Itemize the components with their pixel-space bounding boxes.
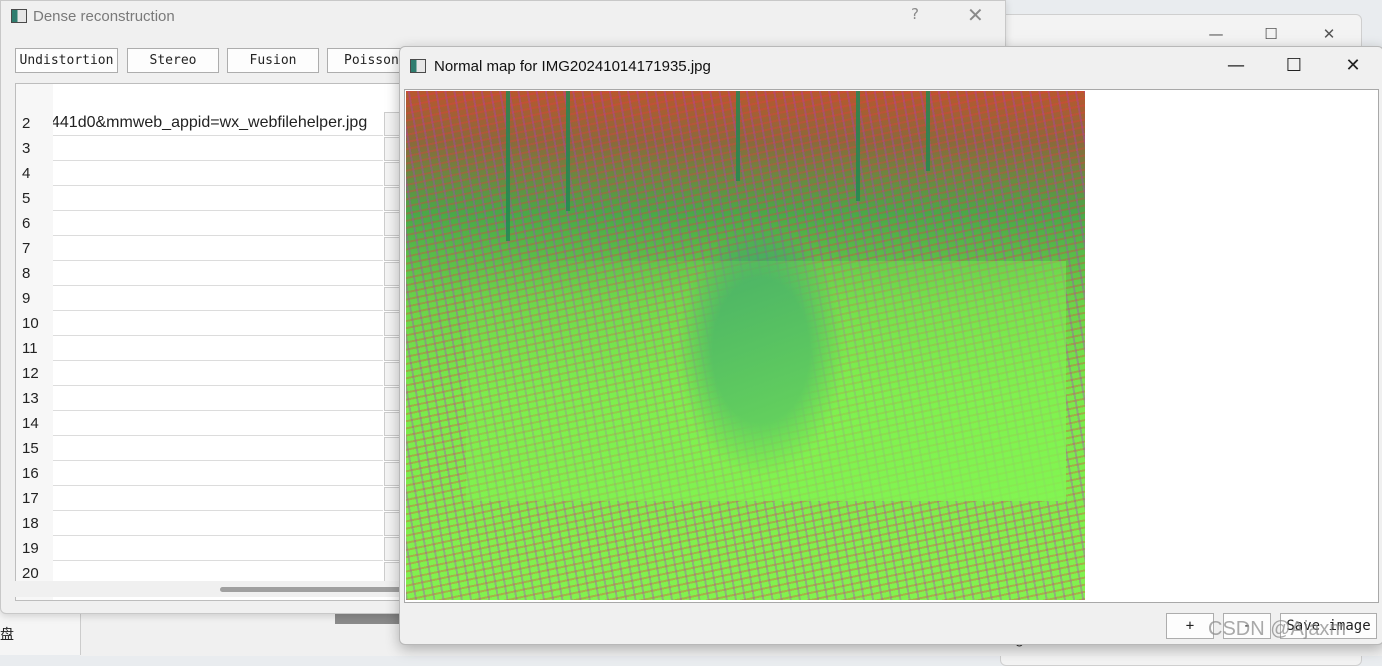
row-number: 13	[22, 390, 39, 407]
poisson-button[interactable]: Poisson	[327, 48, 401, 73]
image-table[interactable]: 2 441d0&mmweb_appid=wx_webfilehelper.jpg 3…	[15, 83, 403, 601]
row-number: 20	[22, 565, 39, 582]
table-row[interactable]: 15	[16, 436, 402, 461]
filename-cell[interactable]	[53, 211, 383, 236]
image-canvas[interactable]	[404, 89, 1379, 603]
dense-window-titlebar: Dense reconstruction	[11, 7, 175, 25]
filename-cell[interactable]	[53, 161, 383, 186]
background-close-button[interactable]: ✕	[1314, 25, 1344, 43]
row-number: 12	[22, 365, 39, 382]
help-button[interactable]: ?	[911, 5, 919, 23]
minimize-button[interactable]: —	[1221, 55, 1251, 76]
filename-cell[interactable]	[53, 361, 383, 386]
filename-cell[interactable]	[53, 436, 383, 461]
row-number: 18	[22, 515, 39, 532]
filename-cell[interactable]	[53, 136, 383, 161]
table-row[interactable]: 12	[16, 361, 402, 386]
row-number: 7	[22, 240, 31, 257]
filename-cell[interactable]	[53, 486, 383, 511]
table-row[interactable]: 18	[16, 511, 402, 536]
filename-cell[interactable]	[53, 386, 383, 411]
wing-surface-region	[466, 261, 1066, 501]
table-row[interactable]: 10	[16, 311, 402, 336]
dense-window-title: Dense reconstruction	[33, 7, 175, 25]
tree-stripe	[506, 91, 510, 241]
table-row[interactable]: 7	[16, 236, 402, 261]
filename-cell[interactable]	[53, 411, 383, 436]
app-icon	[410, 59, 426, 73]
watermark: CSDN @Ajaxm	[1208, 618, 1347, 640]
row-number: 4	[22, 165, 31, 182]
tree-stripe	[566, 91, 570, 211]
filename-cell[interactable]	[53, 186, 383, 211]
normal-map-window: Normal map for IMG20241014171935.jpg — ☐…	[399, 46, 1382, 645]
row-number: 11	[22, 340, 38, 357]
table-row[interactable]: 4	[16, 161, 402, 186]
filename-cell[interactable]: 441d0&mmweb_appid=wx_webfilehelper.jpg	[53, 111, 383, 136]
table-row[interactable]: 13	[16, 386, 402, 411]
table-row[interactable]: 5	[16, 186, 402, 211]
table-row[interactable]: 16	[16, 461, 402, 486]
filename-cell[interactable]	[53, 511, 383, 536]
row-number: 14	[22, 415, 39, 432]
normal-window-titlebar: Normal map for IMG20241014171935.jpg	[410, 57, 711, 75]
left-panel-text: 盘	[0, 627, 14, 643]
filename-cell[interactable]	[53, 286, 383, 311]
row-number: 8	[22, 265, 31, 282]
row-number: 15	[22, 440, 39, 457]
filename-cell[interactable]	[53, 311, 383, 336]
row-number: 17	[22, 490, 39, 507]
row-number: 16	[22, 465, 39, 482]
table-row[interactable]: 11	[16, 336, 402, 361]
filename-cell[interactable]	[53, 336, 383, 361]
filename-cell[interactable]	[53, 461, 383, 486]
undistortion-button[interactable]: Undistortion	[15, 48, 118, 73]
tree-stripe	[926, 91, 930, 171]
horizontal-scrollbar[interactable]	[15, 581, 401, 597]
row-number: 3	[22, 140, 31, 157]
table-row[interactable]: 3	[16, 136, 402, 161]
filename-cell[interactable]	[53, 536, 383, 561]
app-icon	[11, 9, 27, 23]
row-number: 2	[22, 115, 31, 132]
tree-stripe	[736, 91, 740, 181]
background-minimize-button[interactable]: —	[1201, 25, 1231, 43]
row-number: 10	[22, 315, 39, 332]
scrollbar-thumb[interactable]	[220, 587, 401, 592]
normal-window-title: Normal map for IMG20241014171935.jpg	[434, 57, 711, 75]
table-row[interactable]: 6	[16, 211, 402, 236]
fusion-button[interactable]: Fusion	[227, 48, 319, 73]
stereo-button[interactable]: Stereo	[127, 48, 219, 73]
background-maximize-button[interactable]: ☐	[1256, 25, 1286, 43]
table-row[interactable]: 2 441d0&mmweb_appid=wx_webfilehelper.jpg	[16, 111, 402, 136]
row-number: 19	[22, 540, 39, 557]
zoom-in-button[interactable]: +	[1166, 613, 1214, 639]
table-row[interactable]: 9	[16, 286, 402, 311]
table-row[interactable]: 8	[16, 261, 402, 286]
close-button[interactable]: ✕	[1338, 55, 1368, 76]
filename-text: 441d0&mmweb_appid=wx_webfilehelper.jpg	[53, 114, 368, 131]
filename-cell[interactable]	[53, 236, 383, 261]
filename-cell[interactable]	[53, 261, 383, 286]
row-number: 9	[22, 290, 31, 307]
dense-close-button[interactable]: ✕	[967, 3, 984, 27]
table-row[interactable]: 19	[16, 536, 402, 561]
table-row[interactable]: 17	[16, 486, 402, 511]
maximize-button[interactable]: ☐	[1279, 55, 1309, 76]
table-row[interactable]: 14	[16, 411, 402, 436]
row-number: 6	[22, 215, 31, 232]
row-number: 5	[22, 190, 31, 207]
tree-stripe	[856, 91, 860, 201]
normal-map-image	[406, 91, 1085, 600]
